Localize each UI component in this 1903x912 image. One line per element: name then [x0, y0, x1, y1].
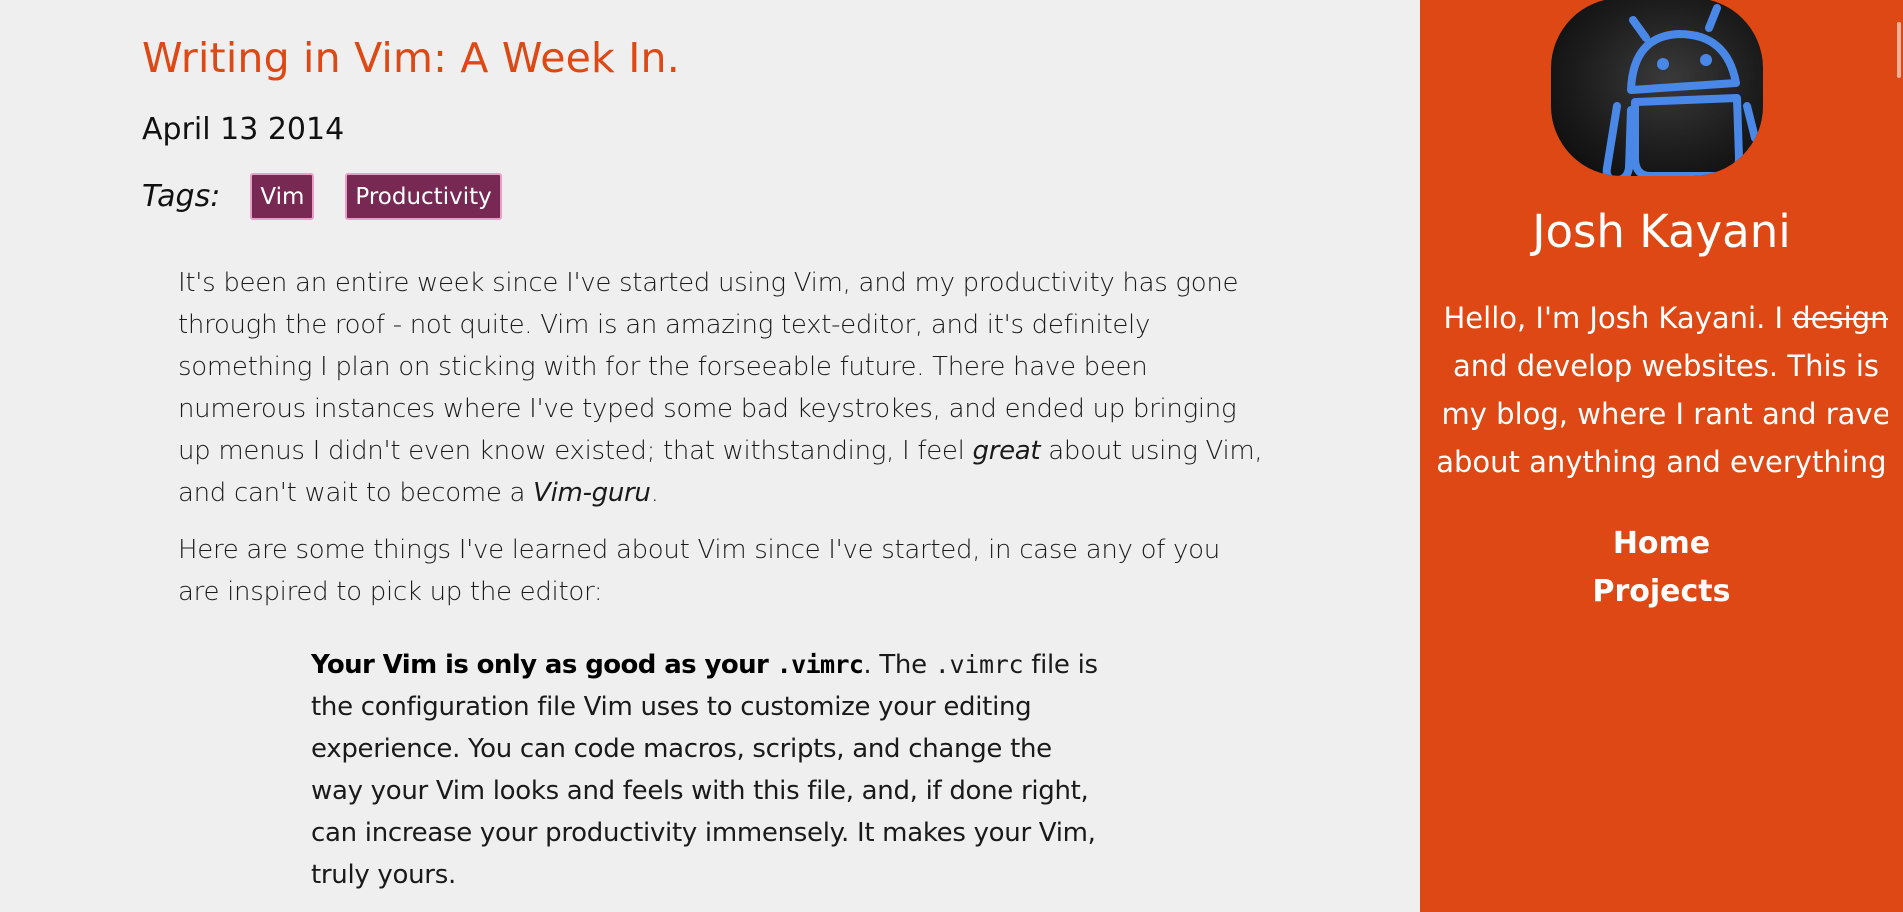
code-vimrc-inline: .vimrc: [934, 650, 1024, 679]
tip-heading: Your Vim is only as good as your .vimrc: [311, 650, 864, 680]
nav-projects-link[interactable]: Projects: [1420, 568, 1903, 616]
post-title: Writing in Vim: A Week In.: [142, 34, 680, 82]
post-body: It's been an entire week since I've star…: [178, 262, 1268, 628]
tip-vimrc: Your Vim is only as good as your .vimrc.…: [311, 650, 1098, 890]
emphasis-vim-guru: Vim-guru: [533, 478, 651, 508]
main-content: Writing in Vim: A Week In. April 13 2014…: [0, 0, 1420, 912]
scrollbar-thumb[interactable]: [1897, 22, 1901, 78]
sidebar-nav: Home Projects: [1420, 520, 1903, 616]
struck-word: design: [1792, 301, 1889, 335]
scrollbar[interactable]: [1888, 0, 1903, 912]
code-vimrc: .vimrc: [776, 650, 864, 679]
author-name: Josh Kayani: [1532, 205, 1791, 258]
post-date: April 13 2014: [142, 112, 345, 147]
tag-productivity[interactable]: Productivity: [345, 173, 502, 220]
paragraph-intro: It's been an entire week since I've star…: [178, 268, 1263, 508]
page: Writing in Vim: A Week In. April 13 2014…: [0, 0, 1903, 912]
avatar: [1551, 0, 1763, 176]
emphasis-great: great: [972, 436, 1041, 466]
nav-home-link[interactable]: Home: [1420, 520, 1903, 568]
tag-vim[interactable]: Vim: [250, 173, 315, 220]
sidebar: Josh Kayani Hello, I'm Josh Kayani. I de…: [1420, 0, 1903, 912]
tags-label: Tags:: [142, 178, 221, 214]
android-avatar-icon: [1602, 4, 1759, 176]
paragraph-lead-in: Here are some things I've learned about …: [178, 535, 1220, 607]
tag-list: Tags: Vim Productivity: [142, 173, 533, 220]
author-bio: Hello, I'm Josh Kayani. I design and dev…: [1436, 301, 1896, 479]
